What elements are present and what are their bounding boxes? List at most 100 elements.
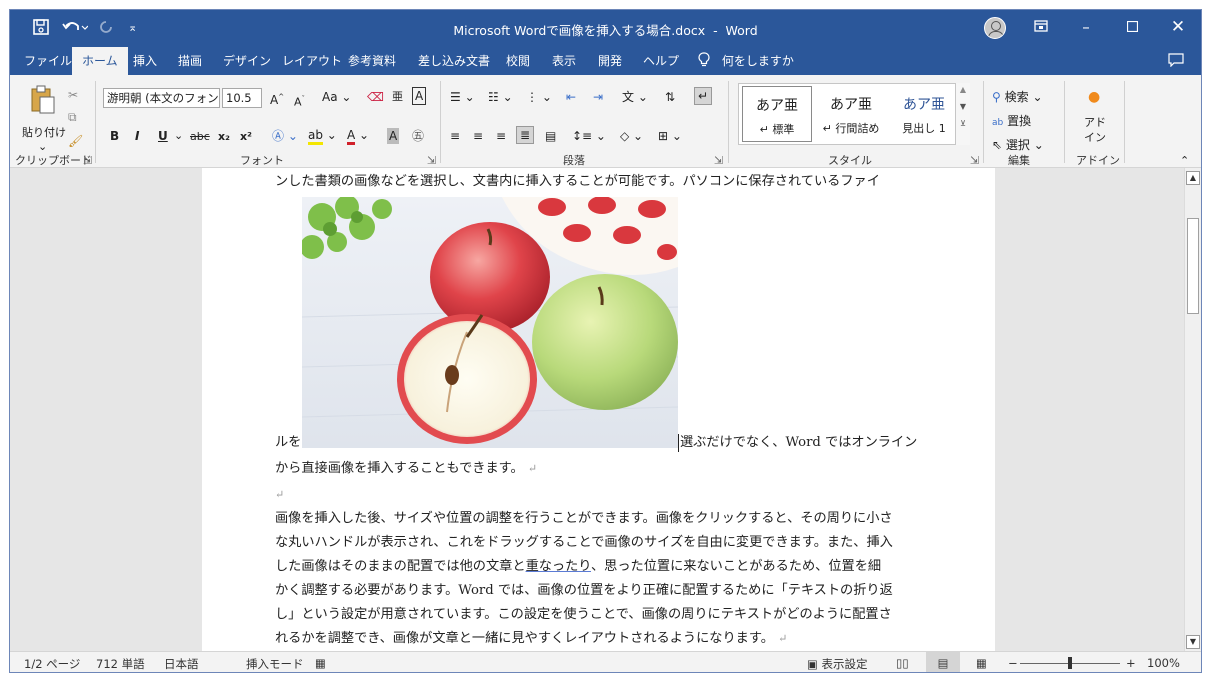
tab-view[interactable]: 表示 — [552, 47, 576, 75]
shading-icon[interactable]: ◇ ⌄ — [620, 128, 643, 144]
italic-button[interactable]: I — [135, 128, 139, 144]
tell-me[interactable]: 何をしますか — [698, 47, 794, 75]
style-heading1[interactable]: あア亜 見出し 1 — [889, 86, 959, 142]
tab-design[interactable]: デザイン — [223, 47, 271, 75]
numbering-icon[interactable]: ☷ ⌄ — [488, 89, 513, 105]
change-case-button[interactable]: Aa ⌄ — [322, 89, 351, 105]
paste-icon[interactable] — [30, 85, 56, 119]
ribbon-display-icon[interactable] — [1018, 10, 1064, 47]
align-left-icon[interactable]: ≡ — [450, 128, 460, 144]
asian-layout-icon[interactable]: 文 ⌄ — [622, 89, 648, 105]
styles-gallery-scroll[interactable]: ▲ ▼ ⊻ — [955, 83, 970, 145]
enclose-characters-icon[interactable]: ㊄ — [412, 128, 424, 144]
decrease-indent-icon[interactable]: ⇤ — [566, 89, 576, 105]
scroll-up-icon[interactable]: ▲ — [1186, 171, 1200, 185]
addin-icon[interactable]: ● — [1088, 89, 1100, 105]
format-painter-icon[interactable]: 🖌 — [68, 133, 83, 149]
more-styles-icon[interactable]: ⊻ — [956, 119, 970, 128]
character-border-icon[interactable]: A — [412, 87, 427, 105]
word-count[interactable]: 712 単語 — [96, 656, 145, 672]
tab-file[interactable]: ファイル — [24, 47, 72, 75]
highlight-icon[interactable]: ab ⌄ — [308, 127, 337, 145]
text-effects-icon[interactable]: Ⓐ ⌄ — [272, 128, 298, 144]
underline-dropdown-icon[interactable]: ⌄ — [174, 128, 183, 144]
character-shading-icon[interactable]: A — [387, 128, 400, 144]
styles-launcher-icon[interactable]: ⇲ — [970, 153, 979, 169]
multilevel-list-icon[interactable]: ⋮ ⌄ — [526, 89, 552, 105]
collapse-ribbon-icon[interactable]: ⌃ — [1180, 153, 1189, 169]
scroll-thumb[interactable] — [1187, 218, 1199, 314]
tab-references[interactable]: 参考資料 — [348, 47, 396, 75]
tab-layout[interactable]: レイアウト — [282, 47, 342, 75]
text-line: れるかを調整でき、画像が文章と一緒に見やすくレイアウトされるようになります。 ↵ — [275, 630, 787, 648]
tab-developer[interactable]: 開発 — [598, 47, 622, 75]
tab-mailings[interactable]: 差し込み文書 — [418, 47, 490, 75]
show-marks-icon[interactable]: ↵ — [694, 87, 713, 105]
line-spacing-icon[interactable]: ↕≡ ⌄ — [572, 128, 606, 144]
shrink-font-button[interactable]: Aˇ — [294, 91, 305, 111]
borders-icon[interactable]: ⊞ ⌄ — [658, 128, 682, 144]
strikethrough-button[interactable]: abc — [190, 129, 210, 145]
text-line: した画像はそのままの配置では他の文章と重なったり、思った位置に来ないことがあるた… — [275, 558, 881, 576]
increase-indent-icon[interactable]: ⇥ — [593, 89, 603, 105]
copy-icon[interactable]: ⧉ — [68, 109, 77, 125]
tab-insert[interactable]: 挿入 — [133, 47, 157, 75]
font-launcher-icon[interactable]: ⇲ — [427, 153, 436, 169]
display-settings-button[interactable]: ▣ 表示設定 — [807, 656, 868, 672]
clipboard-launcher-icon[interactable]: ⇲ — [83, 153, 92, 169]
zoom-level[interactable]: 100% — [1147, 656, 1180, 670]
align-center-icon[interactable]: ≡ — [473, 128, 483, 144]
tab-draw[interactable]: 描画 — [178, 47, 202, 75]
vertical-scrollbar[interactable]: ▲ ▼ — [1184, 168, 1201, 651]
zoom-thumb[interactable] — [1068, 657, 1072, 669]
tab-help[interactable]: ヘルプ — [643, 47, 679, 75]
web-layout-icon[interactable]: ▦ — [976, 656, 987, 670]
page-count[interactable]: 1/2 ページ — [24, 656, 80, 672]
select-button[interactable]: ⇖ 選択 ⌄ — [992, 137, 1044, 153]
language[interactable]: 日本語 — [164, 656, 199, 672]
sort-icon[interactable]: ⇅ — [665, 89, 675, 105]
addin-button[interactable]: アド イン — [1084, 115, 1106, 145]
font-color-icon[interactable]: A ⌄ — [347, 127, 369, 145]
clear-formatting-icon[interactable]: ⌫ — [367, 89, 384, 105]
scroll-down-icon[interactable]: ▼ — [1186, 635, 1200, 649]
find-button[interactable]: ⚲ 検索 ⌄ — [992, 89, 1043, 105]
subscript-button[interactable]: x₂ — [218, 129, 230, 145]
text-line: な丸いハンドルが表示され、これをドラッグすることで画像のサイズを自由に変更できま… — [275, 535, 893, 550]
grammar-underline[interactable]: 重なったり — [526, 559, 591, 574]
style-no-spacing[interactable]: あア亜 ↵ 行間詰め — [816, 86, 886, 142]
tab-review[interactable]: 校閲 — [506, 47, 530, 75]
insert-mode[interactable]: 挿入モード — [246, 656, 304, 672]
tab-home[interactable]: ホーム — [72, 47, 128, 75]
minimize-button[interactable]: – — [1063, 10, 1109, 47]
account-avatar[interactable] — [984, 17, 1006, 39]
justify-icon[interactable]: ≣ — [516, 126, 535, 144]
apple-image[interactable] — [302, 197, 678, 448]
paragraph-launcher-icon[interactable]: ⇲ — [714, 153, 723, 169]
maximize-button[interactable] — [1109, 10, 1155, 47]
zoom-in-button[interactable]: + — [1126, 656, 1136, 670]
zoom-out-button[interactable]: − — [1008, 656, 1018, 670]
cut-icon[interactable]: ✂ — [68, 87, 78, 103]
superscript-button[interactable]: x² — [240, 129, 252, 145]
phonetic-guide-icon[interactable]: 亜 — [392, 89, 403, 105]
document-page[interactable]: ンした書類の画像などを選択し、文書内に挿入することが可能です。パソコンに保存され… — [202, 168, 995, 651]
comments-icon[interactable] — [1168, 47, 1184, 75]
underline-button[interactable]: U — [158, 128, 168, 144]
chevron-up-icon[interactable]: ▲ — [956, 85, 970, 94]
grow-font-button[interactable]: A^ — [270, 89, 284, 108]
align-right-icon[interactable]: ≡ — [496, 128, 506, 144]
bold-button[interactable]: B — [110, 128, 119, 144]
close-button[interactable]: ✕ — [1155, 10, 1201, 47]
select-label: 選択 — [1005, 138, 1030, 152]
replace-button[interactable]: ab 置換 — [992, 113, 1031, 131]
distributed-icon[interactable]: ▤ — [545, 128, 556, 144]
font-size-select[interactable]: 10.5 — [222, 88, 262, 108]
style-normal[interactable]: あア亜 ↵ 標準 — [742, 86, 812, 142]
read-mode-icon[interactable]: ▯▯ — [896, 656, 909, 670]
macro-record-icon[interactable]: ▦ — [315, 656, 326, 670]
font-name-select[interactable]: 游明朝 (本文のフォン — [103, 88, 220, 108]
print-layout-icon[interactable]: ▤ — [926, 652, 960, 672]
chevron-down-icon[interactable]: ▼ — [956, 102, 970, 111]
bullets-icon[interactable]: ☰ ⌄ — [450, 89, 475, 105]
